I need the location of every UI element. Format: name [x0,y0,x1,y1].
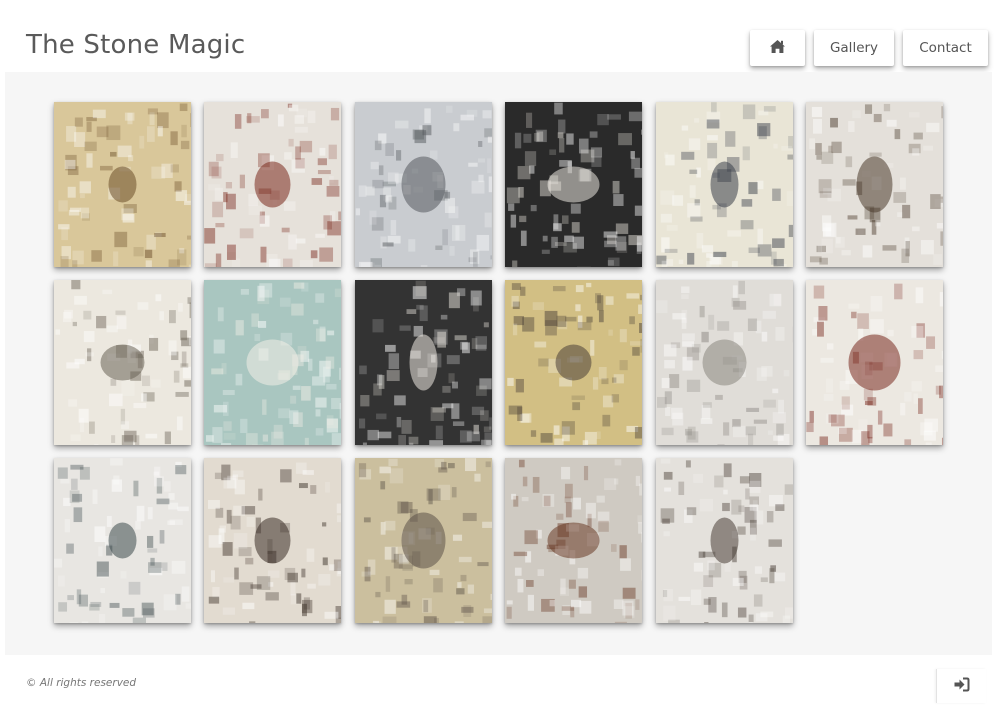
mosaic-image [655,458,793,623]
mosaic-image [505,102,643,267]
gallery-tile[interactable] [805,280,943,445]
gallery-tile[interactable] [204,458,342,623]
mosaic-image [505,458,643,623]
mosaic-image [54,280,191,445]
gallery-tile[interactable] [354,280,492,445]
main-nav: Gallery Contact [750,30,988,66]
gallery-tile[interactable] [354,102,492,267]
gallery-tile[interactable] [655,102,793,267]
gallery-tile[interactable] [505,280,643,445]
copyright-text: © All rights reserved [26,677,137,689]
gallery-tile[interactable] [204,102,342,267]
sign-in-icon [953,677,970,696]
gallery-tile[interactable] [805,102,943,267]
gallery-grid [54,102,944,623]
nav-contact-button[interactable]: Contact [903,30,988,66]
mosaic-image [505,280,643,445]
mosaic-image [354,102,492,267]
gallery-tile[interactable] [204,280,342,445]
mosaic-image [54,102,191,267]
login-button[interactable] [936,669,986,703]
site-footer: © All rights reserved [0,655,1000,719]
mosaic-image [204,102,342,267]
mosaic-image [204,458,342,623]
mosaic-image [655,102,793,267]
gallery-tile[interactable] [505,458,643,623]
gallery-tile[interactable] [54,458,191,623]
mosaic-image [354,458,492,623]
mosaic-image [805,280,943,445]
mosaic-image [54,458,191,623]
mosaic-image [805,102,943,267]
gallery-tile[interactable] [354,458,492,623]
gallery-tile[interactable] [54,102,191,267]
mosaic-image [204,280,342,445]
mosaic-image [655,280,793,445]
gallery-section [5,72,992,655]
site-header: The Stone Magic Gallery Contact [0,0,1000,72]
gallery-tile[interactable] [505,102,643,267]
home-icon [769,39,786,58]
mosaic-image [354,280,492,445]
gallery-tile[interactable] [655,458,793,623]
site-title: The Stone Magic [26,30,246,60]
gallery-tile[interactable] [655,280,793,445]
gallery-tile[interactable] [54,280,191,445]
nav-gallery-button[interactable]: Gallery [814,30,894,66]
nav-home-button[interactable] [750,30,805,66]
